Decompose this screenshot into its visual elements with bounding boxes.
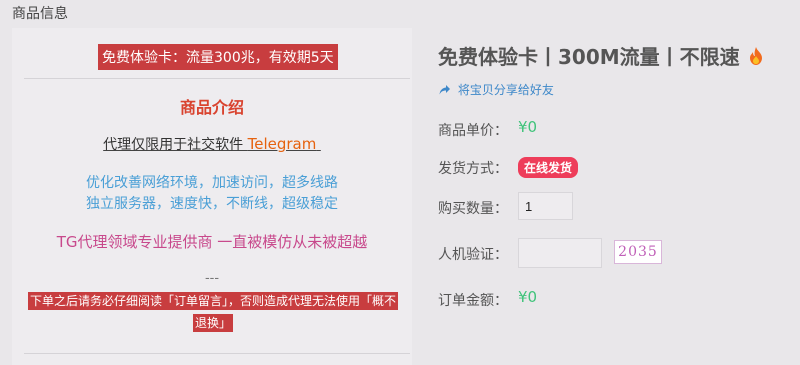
features-line-2: 独立服务器，速度快，不断线，超级稳定 xyxy=(86,196,338,212)
share-link[interactable]: 将宝贝分享给好友 xyxy=(438,81,554,98)
delivery-badge: 在线发货 xyxy=(518,157,579,178)
fire-icon xyxy=(747,45,765,69)
delivery-label: 发货方式： xyxy=(438,161,508,177)
tagline: TG代理领域专业提供商 一直被模仿从未被超越 xyxy=(56,233,368,251)
order-warning: 下单之后请务必仔细阅读「订单留言」，否则造成代理无法使用「概不 退换」 xyxy=(18,290,408,334)
captcha-label: 人机验证： xyxy=(438,247,508,263)
divider-bottom xyxy=(24,353,410,354)
order-warning-line-2: 退换」 xyxy=(192,314,233,332)
unit-price-value: ¥0 xyxy=(518,118,538,136)
share-link-text: 将宝贝分享给好友 xyxy=(457,83,554,97)
captcha-input[interactable] xyxy=(518,238,602,268)
separator-text: --- xyxy=(204,271,220,286)
total-value: ¥0 xyxy=(518,288,538,306)
quantity-input[interactable] xyxy=(518,192,573,220)
proxy-usage-label: 代理仅限用于社交软件 xyxy=(103,137,248,153)
quantity-label: 购买数量： xyxy=(438,201,508,217)
divider xyxy=(24,78,410,79)
proxy-usage-underlined: 代理仅限用于社交软件 Telegram xyxy=(103,135,321,153)
order-warning-line-1: 下单之后请务必仔细阅读「订单留言」，否则造成代理无法使用「概不 xyxy=(27,292,398,310)
intro-title: 商品介绍 xyxy=(179,98,244,117)
free-trial-notice: 免费体验卡：流量300兆，有效期5天 xyxy=(98,44,338,70)
share-icon xyxy=(438,83,458,97)
product-description-panel: 免费体验卡：流量300兆，有效期5天 商品介绍 代理仅限用于社交软件 Teleg… xyxy=(12,28,412,365)
section-title: 商品信息 xyxy=(12,6,68,22)
captcha-image[interactable]: 2035 xyxy=(614,240,662,264)
total-label: 订单金额： xyxy=(438,293,508,309)
unit-price-label: 商品单价： xyxy=(438,123,508,139)
telegram-link[interactable]: Telegram xyxy=(248,135,317,153)
features-line-1: 优化改善网络环境，加速访问，超多线路 xyxy=(86,175,338,191)
proxy-usage-text: 代理仅限用于社交软件 Telegram xyxy=(12,134,412,154)
product-title: 免费体验卡丨300M流量丨不限速 xyxy=(438,41,765,70)
product-title-text: 免费体验卡丨300M流量丨不限速 xyxy=(438,45,740,69)
